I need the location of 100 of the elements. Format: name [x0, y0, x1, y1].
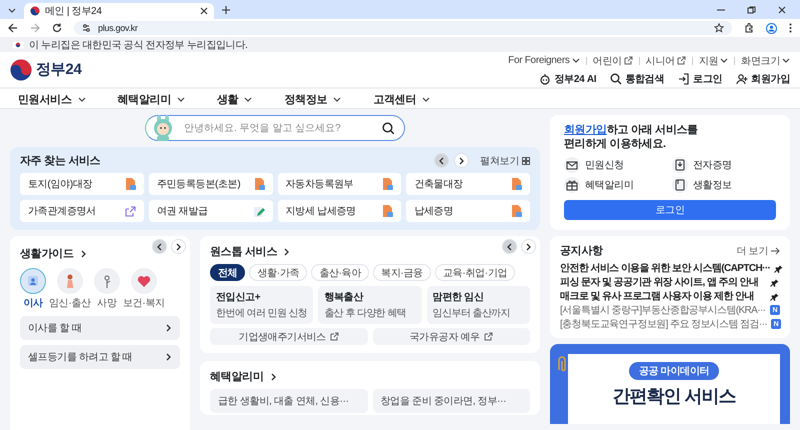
chevron-right-icon — [175, 242, 182, 250]
service-item[interactable]: 주민등록등본(초본) — [148, 173, 272, 195]
category-tab[interactable]: 보건·복지 — [122, 268, 165, 310]
next-button[interactable] — [454, 153, 470, 168]
guide-item[interactable]: 이사를 할 때 — [20, 316, 180, 340]
previous-button[interactable] — [434, 153, 450, 168]
reload-icon — [52, 23, 62, 33]
back-icon — [8, 23, 18, 33]
chevron-down-icon — [177, 96, 186, 102]
service-card[interactable]: 전입신고+ 한번에 여러 민원 신청 — [210, 286, 314, 324]
menu-item[interactable]: 민원서비스 — [18, 92, 86, 106]
pin-icon — [770, 291, 780, 301]
document-icon — [674, 179, 686, 191]
promo-banner[interactable]: 공공 마이데이터 간편확인 서비스 — [550, 344, 790, 424]
category-tab[interactable]: 임신·출산 — [49, 268, 91, 310]
service-shortcut[interactable]: 생활정보 — [672, 177, 776, 193]
service-link[interactable]: 기업생애주기서비스 — [210, 328, 368, 345]
menu-item[interactable]: 생활 — [217, 92, 252, 106]
envelope-icon — [566, 159, 578, 171]
benefit-card[interactable]: 급한 생활비, 대출 연체, 신용··· — [210, 389, 368, 413]
menu-item[interactable]: 혜택알리미 — [118, 92, 186, 106]
filter-chip[interactable]: 전체 — [210, 264, 246, 281]
chevron-right-icon — [458, 156, 466, 164]
chevron-right-icon — [80, 250, 87, 258]
search-field[interactable]: 안녕하세요. 무엇을 알고 싶으세요? — [182, 122, 376, 134]
chevron-right-icon — [165, 324, 172, 332]
section-title-link[interactable]: 원스톱 서비스 — [210, 244, 290, 259]
url-text: plus.gov.kr — [98, 23, 139, 33]
header-link[interactable]: 통합검색 — [610, 72, 664, 86]
utility-link[interactable]: 화면크기 — [741, 54, 790, 68]
notice-item[interactable]: 매크로 및 유사 프로그램 사용자 이용 제한 안내 — [560, 289, 780, 303]
menu-item[interactable]: 정책정보 — [284, 92, 342, 106]
external-link-icon — [676, 56, 686, 65]
chevron-down-icon — [782, 57, 790, 64]
service-item[interactable]: 가족관계증명서 — [20, 200, 144, 222]
chevron-right-icon — [282, 248, 290, 256]
profile-icon — [766, 22, 777, 34]
section-title: 자주 찾는 서비스 — [20, 154, 100, 168]
plus-icon — [222, 6, 230, 14]
service-link[interactable]: 국가유공자 예우 — [372, 328, 530, 345]
pencil-icon — [254, 206, 264, 216]
header-link[interactable]: 정부24 AI — [539, 72, 596, 86]
document-icon — [382, 205, 394, 217]
heart-icon — [136, 273, 152, 289]
service-shortcut[interactable]: 전자증명 — [672, 157, 776, 173]
section-title-link[interactable]: 생활가이드 — [20, 246, 87, 261]
promo-tag: 공공 마이데이터 — [628, 362, 720, 380]
search-icon — [610, 72, 622, 84]
service-card[interactable]: 행복출산 출산 후 다양한 혜택 — [318, 286, 422, 324]
promo-headline: 간편확인 서비스 — [612, 385, 736, 408]
guide-item[interactable]: 셀프등기를 하려고 할 때 — [20, 345, 180, 369]
service-item[interactable]: 납세증명 — [406, 200, 530, 222]
search-bar[interactable]: 안녕하세요. 무엇을 알고 싶으세요? — [145, 115, 405, 141]
more-link[interactable]: 더 보기 — [736, 244, 780, 258]
chevron-left-icon — [156, 242, 163, 250]
filter-chip[interactable]: 생활·가족 — [249, 264, 308, 281]
grid-icon — [522, 156, 530, 164]
service-item[interactable]: 여권 재발급 — [148, 200, 272, 222]
chevron-down-icon — [720, 57, 728, 64]
service-card[interactable]: 맘편한 임신 임신부터 출산까지 — [426, 286, 530, 324]
logo-text[interactable]: 정부24 — [36, 60, 82, 79]
header-link[interactable]: 로그인 — [678, 72, 722, 86]
browser-tab[interactable]: 메인 | 정부24 — [24, 3, 214, 19]
service-item[interactable]: 지방세 납세증명 — [278, 200, 402, 222]
service-item[interactable]: 자동차등록원부 — [278, 173, 402, 195]
menu-item[interactable]: 고객센터 — [373, 92, 430, 106]
chevron-down-icon — [333, 96, 342, 102]
utility-link[interactable]: For Foreigners — [508, 55, 580, 66]
dropdown-icon — [8, 7, 16, 14]
service-item[interactable]: 토지(임야)대장 — [20, 173, 144, 195]
header-link[interactable]: 회원가입 — [736, 72, 790, 86]
search-icon — [382, 122, 394, 134]
login-button[interactable]: 로그인 — [564, 200, 776, 220]
utility-link[interactable]: 시니어 — [646, 54, 686, 68]
chevron-down-icon — [422, 96, 430, 102]
certificate-icon — [674, 159, 686, 171]
login-icon — [678, 72, 690, 84]
utility-link[interactable]: 지원 — [698, 54, 728, 68]
document-icon — [382, 178, 394, 190]
filter-chip[interactable]: 교육·취업·기업 — [434, 264, 516, 281]
person-icon — [25, 273, 41, 289]
filter-chip[interactable]: 출산·육아 — [311, 264, 370, 281]
section-title-link[interactable]: 혜택알리미 — [210, 369, 277, 384]
star-icon — [714, 23, 724, 33]
service-item[interactable]: 건축물대장 — [406, 173, 530, 195]
document-icon — [254, 178, 264, 190]
service-shortcut[interactable]: 혜택알리미 — [564, 177, 668, 193]
restore-icon — [747, 6, 756, 14]
external-link-icon — [624, 56, 633, 65]
notice-item[interactable]: 피싱 문자 및 공공기관 위장 사이트, 앱 주의 안내 — [560, 275, 780, 289]
expand-link[interactable]: 펼쳐보기 — [480, 154, 530, 168]
utility-link[interactable]: 어린이 — [592, 54, 633, 68]
service-shortcut[interactable]: 민원신청 — [564, 157, 668, 173]
signup-link[interactable]: 회원가입 — [564, 124, 607, 136]
document-icon — [124, 178, 136, 190]
address-bar[interactable]: plus.gov.kr — [74, 21, 732, 35]
benefit-card[interactable]: 창업을 준비 중이라면, 정부··· — [372, 389, 530, 413]
official-site-notice: 이 누리집은 대한민국 공식 전자정부 누리집입니다. — [29, 38, 248, 52]
filter-chip[interactable]: 복지·금융 — [373, 264, 431, 281]
notice-item[interactable]: 안전한 서비스 이용을 위한 보안 시스템(CAPTCH··· — [560, 261, 780, 275]
